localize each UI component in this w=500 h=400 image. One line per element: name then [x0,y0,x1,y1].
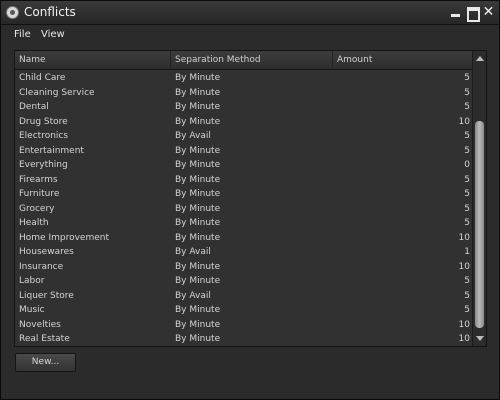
cell-name: Everything [19,160,68,170]
cell-name: Firearms [19,174,58,185]
cell-separation-method: By Minute [175,319,221,330]
cell-name: Cleaning Service [19,87,95,98]
cell-name: Home Improvement [19,232,109,243]
cell-amount: 5 [464,203,470,214]
table-row[interactable]: Furniture By Minute 5 [15,187,472,202]
new-button[interactable]: New... [15,353,76,372]
cell-name: Novelties [19,319,61,330]
cell-amount: 5 [464,174,470,185]
cell-amount: 5 [464,218,470,228]
cell-amount: 1 [464,247,470,257]
column-header-amount[interactable]: Amount [333,51,472,70]
cell-name: Electronics [19,131,69,141]
menu-view[interactable]: View [41,29,65,40]
menu-file[interactable]: File [14,29,31,40]
menu-bar: File View [1,26,499,44]
maximize-icon[interactable] [466,6,480,22]
table-header: Name Separation Method Amount [15,51,472,70]
table-row[interactable]: Housewares By Avail 1 [15,245,472,260]
cell-separation-method: By Minute [175,160,221,170]
table-row[interactable]: Labor By Minute 5 [15,274,472,289]
chevron-up-icon[interactable] [476,56,484,61]
cell-separation-method: By Minute [175,276,221,286]
cell-separation-method: By Avail [175,247,211,257]
cell-amount: 10 [458,261,470,272]
cell-amount: 5 [464,73,470,83]
cell-amount: 10 [458,232,470,243]
table-row[interactable]: Insurance By Minute 10 [15,260,472,275]
cell-name: Drug Store [19,116,68,127]
conflicts-window: Conflicts ✕ File View Name Separation Me… [0,0,500,400]
cell-separation-method: By Minute [175,73,221,83]
cell-amount: 10 [458,116,470,127]
cell-separation-method: By Minute [175,218,221,228]
cell-separation-method: By Minute [175,261,221,272]
close-icon[interactable]: ✕ [482,5,495,19]
table-row[interactable]: Liquer Store By Avail 5 [15,289,472,304]
column-header-separation-method[interactable]: Separation Method [171,51,333,70]
cell-separation-method: By Minute [175,87,221,98]
cell-separation-method: By Minute [175,334,221,344]
column-header-name[interactable]: Name [15,51,171,70]
cell-separation-method: By Minute [175,232,221,243]
cell-name: Entertainment [19,145,84,156]
table-row[interactable]: Child Care By Minute 5 [15,71,472,86]
cell-name: Health [19,218,49,228]
cell-amount: 5 [464,305,470,315]
cell-amount: 5 [464,87,470,98]
title-bar[interactable]: Conflicts ✕ [1,1,499,25]
table-row[interactable]: Firearms By Minute 5 [15,173,472,188]
cell-amount: 5 [464,102,470,112]
table-row[interactable]: Home Improvement By Minute 10 [15,231,472,246]
table-row[interactable]: Health By Minute 5 [15,216,472,231]
table-row[interactable]: Everything By Minute 0 [15,158,472,173]
cell-name: Grocery [19,203,55,214]
cell-amount: 5 [464,290,470,301]
cell-name: Housewares [19,247,74,257]
cell-separation-method: By Avail [175,131,211,141]
cell-amount: 5 [464,189,470,199]
scrollbar-thumb[interactable] [475,121,484,328]
cell-separation-method: By Minute [175,102,221,112]
cell-name: Furniture [19,189,60,199]
cell-name: Real Estate [19,334,70,344]
cell-amount: 10 [458,319,470,330]
table-row[interactable]: Grocery By Minute 5 [15,202,472,217]
cell-name: Insurance [19,261,64,272]
cell-amount: 5 [464,276,470,286]
vertical-scrollbar[interactable] [472,51,486,346]
table-row[interactable]: Electronics By Avail 5 [15,129,472,144]
chevron-down-icon[interactable] [476,336,484,341]
cell-separation-method: By Minute [175,305,221,315]
cell-amount: 0 [464,160,470,170]
table-row[interactable]: Entertainment By Minute 5 [15,144,472,159]
conflicts-table: Name Separation Method Amount Child Care… [14,50,487,347]
cell-separation-method: By Minute [175,145,221,156]
table-body: Child Care By Minute 5 Cleaning Service By M… [15,71,472,346]
cell-name: Liquer Store [19,290,74,301]
cell-name: Child Care [19,73,66,83]
cell-separation-method: By Minute [175,116,221,127]
cell-separation-method: By Avail [175,290,211,301]
cell-amount: 10 [458,334,470,344]
table-row[interactable]: Real Estate By Minute 10 [15,332,472,346]
window-title: Conflicts [24,5,76,19]
table-row[interactable]: Dental By Minute 5 [15,100,472,115]
cell-amount: 5 [464,145,470,156]
cell-separation-method: By Minute [175,189,221,199]
table-row[interactable]: Music By Minute 5 [15,303,472,318]
cell-amount: 5 [464,131,470,141]
cell-name: Music [19,305,45,315]
app-icon [6,6,19,19]
minimize-icon[interactable] [449,6,462,19]
table-row[interactable]: Novelties By Minute 10 [15,318,472,333]
cell-separation-method: By Minute [175,203,221,214]
table-row[interactable]: Cleaning Service By Minute 5 [15,86,472,101]
table-row[interactable]: Drug Store By Minute 10 [15,115,472,130]
cell-separation-method: By Minute [175,174,221,185]
cell-name: Dental [19,102,49,112]
cell-name: Labor [19,276,45,286]
